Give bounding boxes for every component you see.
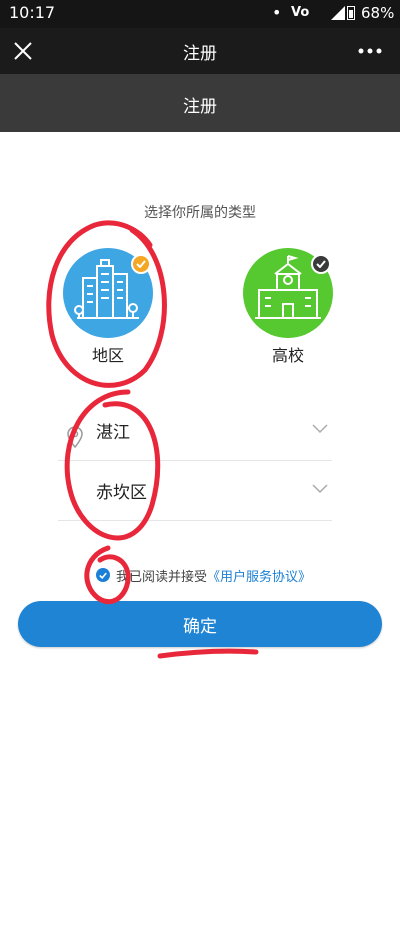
- more-button[interactable]: [350, 36, 390, 66]
- location-pin-icon: [67, 426, 83, 448]
- battery-icon: [347, 6, 355, 20]
- status-time: 10:17: [9, 3, 56, 22]
- selected-check-icon: [131, 254, 151, 274]
- city-select[interactable]: 湛江: [58, 404, 332, 461]
- top-navbar: 注册: [0, 28, 400, 74]
- battery-percent: 68%: [361, 4, 395, 22]
- page-header: 注册: [0, 74, 400, 132]
- type-option-school[interactable]: 高校: [238, 248, 338, 366]
- agreement-checkbox[interactable]: [96, 568, 110, 582]
- school-circle: [243, 248, 333, 338]
- region-circle: [63, 248, 153, 338]
- navbar-title: 注册: [183, 44, 217, 64]
- more-icon: [358, 48, 382, 54]
- city-value: 湛江: [96, 423, 130, 443]
- page-title: 注册: [183, 97, 217, 117]
- status-bar: 10:17 • Vo 68%: [0, 0, 400, 28]
- chevron-down-icon: [312, 484, 328, 494]
- district-select[interactable]: 赤坎区: [58, 464, 332, 521]
- check-icon: [99, 572, 107, 579]
- user-agreement-link[interactable]: 《用户服务协议》: [207, 566, 311, 585]
- annotation-underline-confirm: [157, 648, 259, 659]
- agreement-row: 我已阅读并接受 《用户服务协议》: [96, 566, 311, 585]
- type-option-region[interactable]: 地区: [58, 248, 158, 366]
- network-indicator: Vo: [291, 5, 310, 20]
- type-label-region: 地区: [91, 346, 124, 365]
- unselected-check-icon: [311, 254, 331, 274]
- confirm-button[interactable]: 确定: [18, 601, 382, 647]
- type-label-school: 高校: [271, 346, 304, 365]
- signal-icon: [331, 6, 345, 20]
- chevron-down-icon: [312, 424, 328, 434]
- type-prompt: 选择你所属的类型: [144, 205, 256, 221]
- district-value: 赤坎区: [96, 483, 147, 503]
- agreement-text: 我已阅读并接受: [116, 569, 208, 585]
- notification-dot: •: [272, 3, 282, 22]
